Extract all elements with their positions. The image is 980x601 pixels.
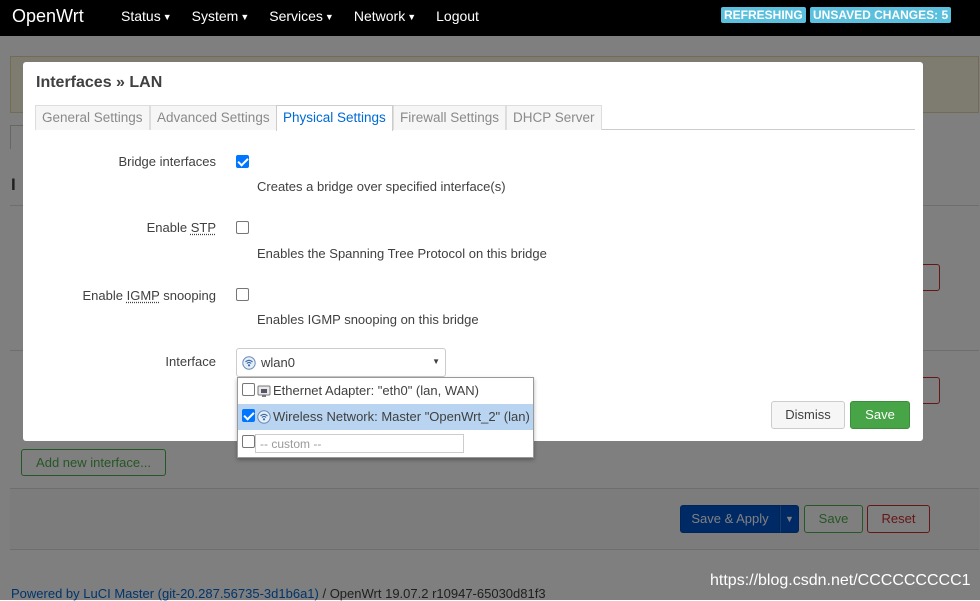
nav-logout-label: Logout bbox=[436, 8, 479, 24]
tab-physical-settings[interactable]: Physical Settings bbox=[276, 105, 393, 131]
custom-interface-input[interactable] bbox=[255, 434, 464, 453]
option-eth0-checkbox[interactable] bbox=[242, 383, 255, 396]
dropdown-option-custom[interactable] bbox=[238, 430, 533, 456]
enable-stp-label: Enable STP bbox=[147, 220, 216, 235]
enable-stp-label-prefix: Enable bbox=[146, 220, 191, 235]
igmp-label-prefix: Enable bbox=[82, 288, 127, 303]
chevron-down-icon: ▼ bbox=[432, 357, 440, 366]
chevron-down-icon: ▼ bbox=[324, 12, 334, 22]
interface-select-value: wlan0 bbox=[261, 355, 295, 370]
enable-igmp-snooping-description: Enables IGMP snooping on this bridge bbox=[257, 312, 479, 327]
enable-stp-checkbox[interactable] bbox=[236, 221, 249, 234]
modal-tabs: General Settings Advanced Settings Physi… bbox=[35, 105, 915, 131]
refreshing-badge[interactable]: REFRESHING bbox=[721, 7, 806, 23]
save-button[interactable]: Save bbox=[850, 401, 910, 429]
interface-label: Interface bbox=[165, 354, 216, 369]
option-eth0-label: Ethernet Adapter: "eth0" (lan, WAN) bbox=[273, 383, 480, 398]
option-wireless-label: Wireless Network: Master "OpenWrt_2" (la… bbox=[273, 409, 530, 424]
chevron-down-icon: ▼ bbox=[162, 12, 172, 22]
enable-igmp-snooping-checkbox[interactable] bbox=[236, 288, 249, 301]
nav-status[interactable]: Status ▼ bbox=[121, 0, 182, 36]
tab-dhcp-server[interactable]: DHCP Server bbox=[506, 105, 602, 130]
enable-igmp-snooping-label: Enable IGMP snooping bbox=[83, 288, 216, 303]
option-custom-checkbox[interactable] bbox=[242, 435, 255, 448]
bridge-interfaces-description: Creates a bridge over specified interfac… bbox=[257, 179, 506, 194]
nav-network-label: Network bbox=[353, 8, 406, 24]
wifi-icon bbox=[257, 410, 271, 427]
dropdown-option-wireless[interactable]: Wireless Network: Master "OpenWrt_2" (la… bbox=[238, 404, 533, 430]
option-wireless-checkbox[interactable] bbox=[242, 409, 255, 422]
nav-logout[interactable]: Logout bbox=[436, 0, 489, 36]
stp-abbr: STP bbox=[190, 220, 216, 235]
brand-logo[interactable]: OpenWrt bbox=[12, 6, 84, 27]
modal-title: Interfaces » LAN bbox=[36, 74, 163, 91]
main-nav: Status ▼ System ▼ Services ▼ Network ▼ Logou… bbox=[121, 0, 499, 36]
nav-system[interactable]: System ▼ bbox=[192, 0, 260, 36]
nav-services[interactable]: Services ▼ bbox=[269, 0, 344, 36]
igmp-label-suffix: snooping bbox=[159, 288, 216, 303]
nav-network[interactable]: Network ▼ bbox=[354, 0, 426, 36]
interface-dropdown-list: Ethernet Adapter: "eth0" (lan, WAN) Wire… bbox=[237, 377, 534, 458]
dropdown-option-eth0[interactable]: Ethernet Adapter: "eth0" (lan, WAN) bbox=[238, 378, 533, 404]
nav-status-label: Status bbox=[121, 8, 161, 24]
tab-advanced-settings[interactable]: Advanced Settings bbox=[150, 105, 277, 130]
top-navbar: OpenWrt Status ▼ System ▼ Services ▼ Networ… bbox=[0, 0, 980, 36]
enable-stp-description: Enables the Spanning Tree Protocol on th… bbox=[257, 246, 547, 261]
unsaved-changes-badge[interactable]: UNSAVED CHANGES: 5 bbox=[810, 7, 952, 23]
bridge-interfaces-label: Bridge interfaces bbox=[118, 154, 216, 169]
bridge-interfaces-checkbox[interactable] bbox=[236, 155, 249, 168]
watermark-text: https://blog.csdn.net/CCCCCCCCC1 bbox=[710, 572, 971, 589]
tab-firewall-settings[interactable]: Firewall Settings bbox=[393, 105, 507, 130]
chevron-down-icon: ▼ bbox=[407, 12, 417, 22]
dismiss-button[interactable]: Dismiss bbox=[771, 401, 845, 429]
tab-general-settings[interactable]: General Settings bbox=[35, 105, 150, 130]
chevron-down-icon: ▼ bbox=[240, 12, 250, 22]
nav-services-label: Services bbox=[269, 8, 323, 24]
wifi-icon bbox=[242, 356, 256, 373]
nav-system-label: System bbox=[191, 8, 239, 24]
ethernet-icon bbox=[257, 384, 271, 401]
interface-select[interactable]: wlan0 ▼ bbox=[236, 348, 446, 377]
igmp-abbr: IGMP bbox=[126, 288, 160, 303]
